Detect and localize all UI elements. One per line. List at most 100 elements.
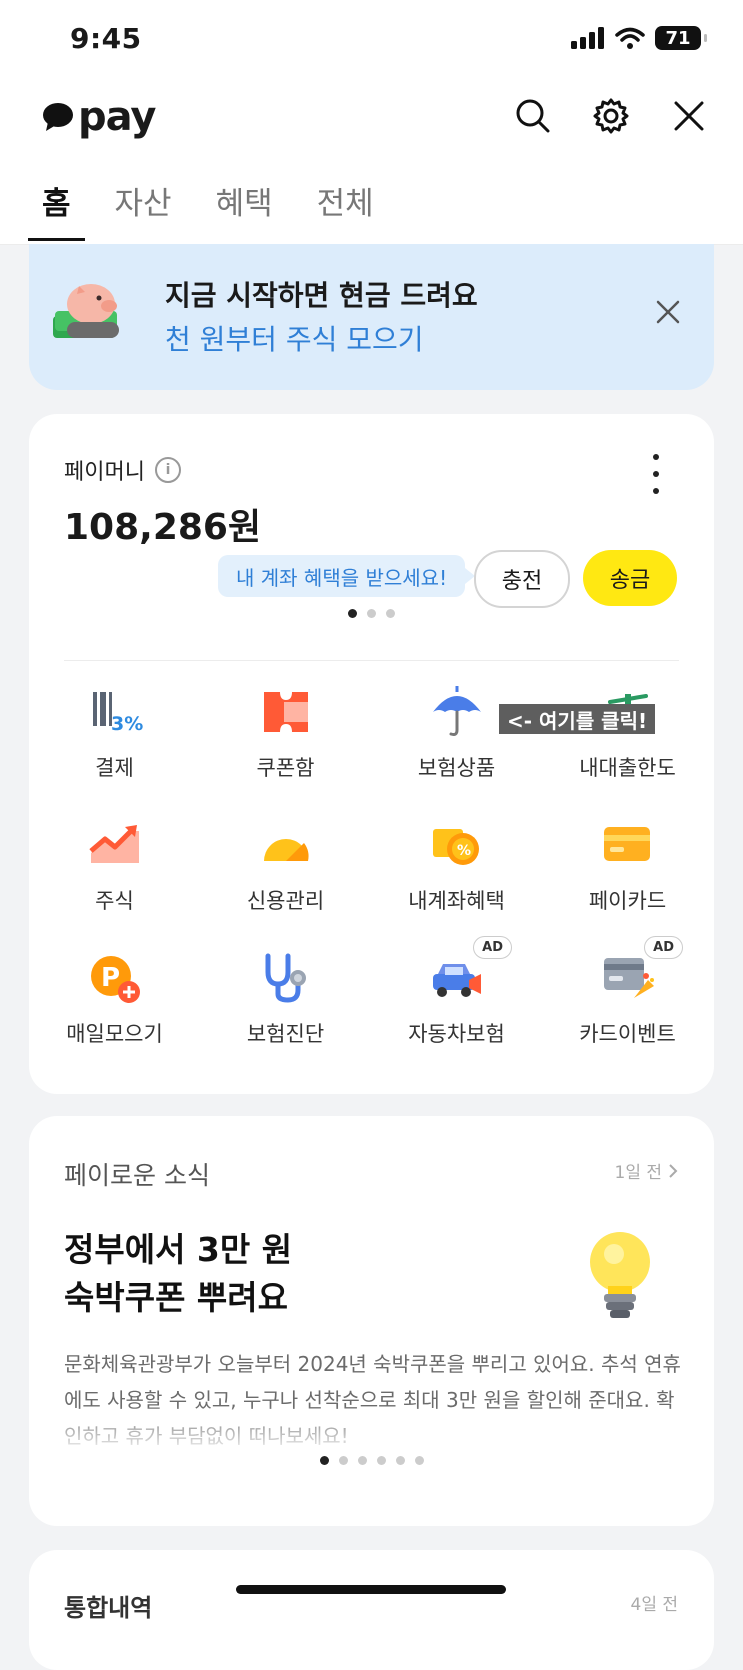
text-fade (29, 1406, 714, 1456)
card-event-icon (603, 958, 654, 998)
lightbulb-icon (590, 1232, 650, 1318)
history-time: 4일 전 (630, 1595, 679, 1615)
banner-close-button[interactable] (650, 294, 686, 330)
menu-car-insurance[interactable]: AD 자동차보험 (371, 936, 542, 1075)
news-headline-line: 정부에서 3만 원 (64, 1230, 293, 1269)
menu-daily-savings[interactable]: P 매일모으기 (29, 942, 200, 1075)
charge-button[interactable]: 충전 (474, 550, 570, 608)
status-time: 9:45 (70, 22, 142, 55)
news-headline-line: 숙박쿠폰 뿌려요 (64, 1278, 289, 1317)
close-icon (656, 300, 680, 324)
news-section-title: 페이로운 소식 (64, 1161, 210, 1190)
menu-label: 보험상품 (417, 756, 496, 780)
battery-indicator: 71 (655, 26, 707, 50)
umbrella-icon (432, 686, 481, 736)
menu-label: 보험진단 (246, 1022, 325, 1046)
home-indicator[interactable] (236, 1585, 506, 1594)
app-header: 9:45 71 pay 홈 자산 혜택 전체 (0, 0, 743, 245)
quick-menu-grid: 3% 결제 쿠폰함 보험상품 내대출한도 주식 신용관리 % 내계좌혜택 페이카… (29, 676, 714, 1075)
main-tabs: 홈 자산 혜택 전체 (28, 172, 418, 241)
menu-label: 결제 (95, 756, 134, 780)
credit-gauge-icon (263, 839, 309, 861)
news-pager (29, 1456, 714, 1465)
pager-dot (376, 1456, 386, 1465)
piggy-bank-icon (53, 284, 119, 338)
paymoney-pager (29, 609, 714, 618)
gear-icon (593, 98, 629, 134)
menu-label: 신용관리 (246, 889, 325, 913)
news-more-link[interactable]: 1일 전 (615, 1158, 679, 1183)
news-time: 1일 전 (614, 1163, 663, 1183)
account-benefit-tooltip[interactable]: 내 계좌 혜택을 받으세요! (218, 555, 476, 597)
paymoney-card: 페이머니 i 108,286원 내 계좌 혜택을 받으세요! 충전 송금 3% … (29, 414, 714, 1094)
click-hint-label: <- 여기를 클릭! (499, 704, 656, 734)
menu-card-event[interactable]: AD 카드이벤트 (542, 936, 713, 1075)
search-button[interactable] (513, 96, 553, 136)
pager-dot (338, 1456, 348, 1465)
pager-dot (357, 1456, 367, 1465)
barcode-percent-icon: 3% (92, 692, 143, 735)
menu-label: 주식 (95, 889, 134, 913)
svg-text:%: % (457, 843, 471, 859)
chevron-right-icon (669, 1163, 678, 1178)
pager-dot (348, 609, 357, 618)
stethoscope-icon (265, 953, 306, 1003)
menu-label: 내계좌혜택 (408, 889, 505, 913)
paymoney-amount: 108,286원 (64, 507, 262, 548)
search-icon (516, 99, 550, 133)
car-icon (432, 964, 481, 997)
menu-account-benefits[interactable]: % 내계좌혜택 (371, 809, 542, 942)
close-icon (674, 101, 704, 131)
menu-insurance-checkup[interactable]: 보험진단 (200, 942, 371, 1075)
menu-insurance-products[interactable]: 보험상품 (371, 676, 542, 809)
menu-label: 쿠폰함 (256, 756, 315, 780)
pager-dot (319, 1456, 329, 1465)
pager-dot (395, 1456, 405, 1465)
paymoney-label-row: 페이머니 i (64, 454, 181, 486)
menu-credit-management[interactable]: 신용관리 (200, 809, 371, 942)
point-plus-icon: P (90, 956, 140, 1003)
history-title: 통합내역 (64, 1594, 153, 1622)
menu-label: 매일모으기 (66, 1022, 163, 1046)
menu-coupons[interactable]: 쿠폰함 (200, 676, 371, 809)
menu-label: 카드이벤트 (579, 1022, 676, 1046)
banner-subtitle: 천 원부터 주식 모으기 (165, 323, 424, 356)
menu-icon-text: 3% (111, 713, 143, 735)
menu-icon-text: P (101, 963, 120, 993)
news-headline: 정부에서 3만 원 숙박쿠폰 뿌려요 (64, 1226, 292, 1322)
close-button[interactable] (669, 96, 709, 136)
tab-benefits[interactable]: 혜택 (216, 172, 273, 241)
stock-chart-icon (88, 825, 139, 863)
info-icon[interactable]: i (154, 457, 181, 483)
speech-bubble-icon (43, 103, 73, 131)
menu-payment[interactable]: 3% 결제 (29, 676, 200, 809)
settings-button[interactable] (591, 96, 631, 136)
menu-pay-card[interactable]: 페이카드 (542, 809, 713, 942)
wifi-icon (615, 27, 645, 49)
news-card[interactable]: 페이로운 소식 1일 전 정부에서 3만 원 숙박쿠폰 뿌려요 문화체육관광부가… (29, 1116, 714, 1526)
banner-title: 지금 시작하면 현금 드려요 (165, 279, 478, 312)
tab-home[interactable]: 홈 (28, 172, 85, 241)
tab-all[interactable]: 전체 (317, 172, 374, 241)
status-icons: 71 (571, 26, 707, 50)
menu-label: 페이카드 (588, 889, 667, 913)
tab-assets[interactable]: 자산 (115, 172, 172, 241)
logo-text: pay (78, 94, 156, 140)
signal-icon (571, 27, 604, 49)
divider (64, 660, 679, 661)
more-options-button[interactable] (646, 454, 666, 494)
history-card[interactable]: 통합내역 4일 전 (29, 1550, 714, 1670)
menu-loan-limit[interactable]: 내대출한도 (542, 676, 713, 809)
card-icon (603, 827, 650, 861)
menu-label: 내대출한도 (579, 756, 676, 780)
kakaopay-logo: pay (42, 94, 156, 140)
send-button[interactable]: 송금 (583, 550, 677, 606)
pager-dot (386, 609, 395, 618)
promo-banner[interactable]: 지금 시작하면 현금 드려요 천 원부터 주식 모으기 (29, 244, 714, 390)
ticket-icon (263, 692, 308, 732)
menu-stocks[interactable]: 주식 (29, 809, 200, 942)
pager-dot (414, 1456, 424, 1465)
coupon-coin-icon: % (432, 829, 479, 865)
menu-label: 자동차보험 (408, 1022, 505, 1046)
paymoney-label: 페이머니 (64, 460, 145, 485)
